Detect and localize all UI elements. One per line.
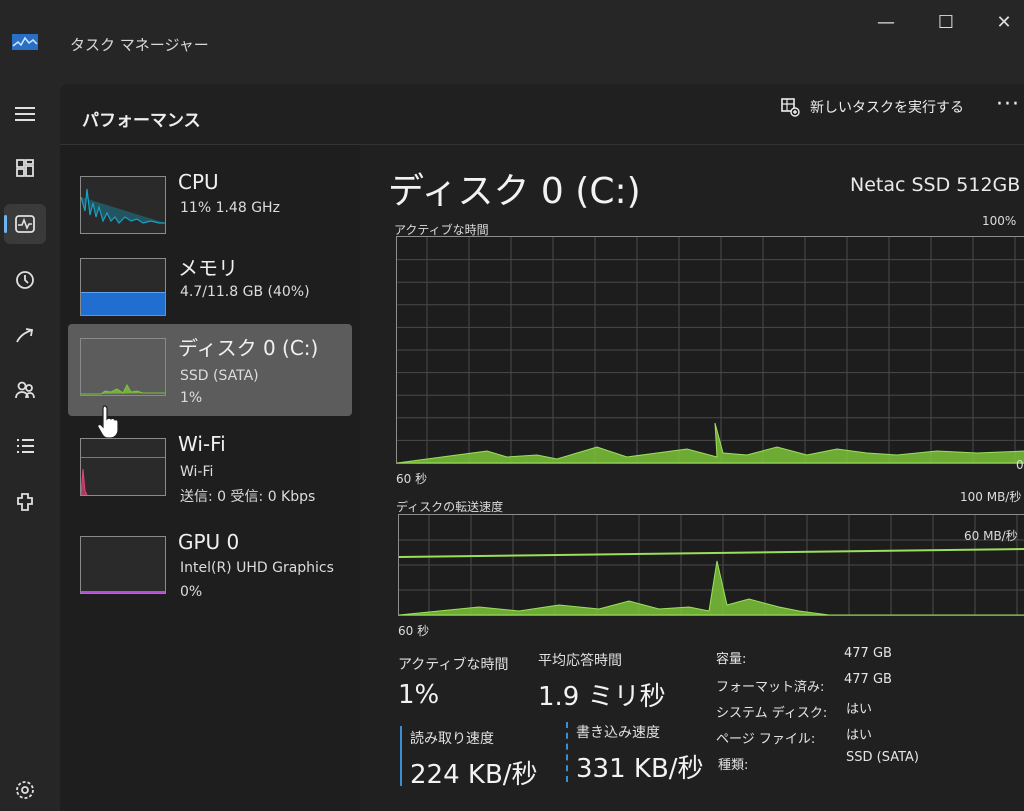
users-icon <box>15 381 35 399</box>
detail-title: ディスク 0 (C:) <box>388 171 641 212</box>
nav-details[interactable] <box>4 426 46 466</box>
nav-settings[interactable] <box>4 770 46 810</box>
disk-title: ディスク 0 (C:) <box>178 336 319 360</box>
gpu-usage: 0% <box>180 584 203 600</box>
hamburger-menu-button[interactable] <box>4 94 46 134</box>
performance-icon <box>15 215 35 233</box>
transfer-graph-label: ディスクの転送速度 <box>396 500 504 514</box>
resource-card-wifi[interactable]: Wi-Fi Wi-Fi 送信: 0 受信: 0 Kbps <box>68 424 352 516</box>
nav-processes[interactable] <box>4 148 46 188</box>
resource-card-memory[interactable]: メモリ 4.7/11.8 GB (40%) <box>68 244 352 336</box>
cpu-thumbnail-graph <box>80 176 166 234</box>
minimize-button[interactable]: — <box>866 8 906 38</box>
type-label: 種類: <box>718 758 749 773</box>
read-speed-indicator <box>400 726 402 786</box>
resource-card-disk[interactable]: ディスク 0 (C:) SSD (SATA) 1% <box>68 324 352 416</box>
wifi-throughput: 送信: 0 受信: 0 Kbps <box>180 489 316 505</box>
transfer-rate-graph <box>398 514 1024 616</box>
transfer-graph-line-label: 60 MB/秒 <box>964 529 1018 543</box>
more-options-button[interactable]: ··· <box>996 92 1020 117</box>
wifi-thumbnail-graph <box>80 438 166 496</box>
system-disk-label: システム ディスク: <box>716 706 828 721</box>
formatted-value: 477 GB <box>844 672 892 687</box>
active-time-stat-value: 1% <box>398 680 440 710</box>
memory-title: メモリ <box>178 256 238 280</box>
new-task-icon <box>781 98 800 117</box>
task-manager-app-icon <box>12 34 38 50</box>
avg-response-value: 1.9 ミリ秒 <box>538 682 666 712</box>
memory-thumbnail-graph <box>80 258 166 316</box>
page-title: パフォーマンス <box>82 111 201 131</box>
write-speed-label: 書き込み速度 <box>576 725 660 741</box>
disk-thumbnail-graph <box>80 338 166 396</box>
wifi-adapter: Wi-Fi <box>180 464 214 480</box>
capacity-label: 容量: <box>716 652 747 667</box>
gpu-name: Intel(R) UHD Graphics <box>180 560 334 576</box>
type-value: SSD (SATA) <box>846 750 919 765</box>
run-new-task-button[interactable]: 新しいタスクを実行する <box>780 94 964 120</box>
resource-card-cpu[interactable]: CPU 11% 1.48 GHz <box>68 162 352 254</box>
gpu-title: GPU 0 <box>178 530 240 554</box>
nav-app-history[interactable] <box>4 260 46 300</box>
write-speed-indicator <box>566 722 570 782</box>
cpu-title: CPU <box>178 170 219 194</box>
cpu-usage: 11% 1.48 GHz <box>180 200 280 216</box>
app-history-icon <box>16 271 34 289</box>
settings-icon <box>16 781 34 799</box>
run-new-task-label: 新しいタスクを実行する <box>810 100 964 116</box>
services-icon <box>17 493 33 511</box>
gpu-thumbnail-graph <box>80 536 166 594</box>
active-time-graph-max: 100% <box>982 214 1017 228</box>
active-time-graph-min: 0 <box>1016 458 1024 472</box>
disk-usage: 1% <box>180 390 203 406</box>
read-speed-label: 読み取り速度 <box>410 731 494 747</box>
nav-services[interactable] <box>4 482 46 522</box>
startup-icon <box>16 328 34 343</box>
menu-icon <box>15 107 35 121</box>
avg-response-label: 平均応答時間 <box>538 653 622 669</box>
processes-icon <box>16 159 34 177</box>
close-button[interactable]: ✕ <box>984 8 1024 38</box>
transfer-graph-time: 60 秒 <box>398 624 430 638</box>
wifi-title: Wi-Fi <box>178 432 226 456</box>
page-file-label: ページ ファイル: <box>716 732 816 747</box>
active-time-stat-label: アクティブな時間 <box>398 657 509 673</box>
resource-card-gpu[interactable]: GPU 0 Intel(R) UHD Graphics 0% <box>68 522 352 614</box>
formatted-label: フォーマット済み: <box>716 680 825 695</box>
active-time-graph-time: 60 秒 <box>396 472 428 486</box>
window-title: タスク マネージャー <box>70 36 209 54</box>
memory-usage: 4.7/11.8 GB (40%) <box>180 284 310 300</box>
disk-type: SSD (SATA) <box>180 368 259 384</box>
read-speed-value: 224 KB/秒 <box>410 760 538 790</box>
page-file-value: はい <box>846 728 873 743</box>
active-time-graph <box>396 236 1024 464</box>
transfer-graph-max: 100 MB/秒 <box>960 490 1022 504</box>
nav-performance[interactable] <box>4 204 46 244</box>
system-disk-value: はい <box>846 702 873 717</box>
details-icon <box>17 439 34 453</box>
capacity-value: 477 GB <box>844 646 892 661</box>
maximize-button[interactable]: ☐ <box>926 8 966 38</box>
nav-users[interactable] <box>4 370 46 410</box>
write-speed-value: 331 KB/秒 <box>576 754 704 784</box>
nav-startup-apps[interactable] <box>4 316 46 356</box>
device-name: Netac SSD 512GB <box>850 174 1021 196</box>
